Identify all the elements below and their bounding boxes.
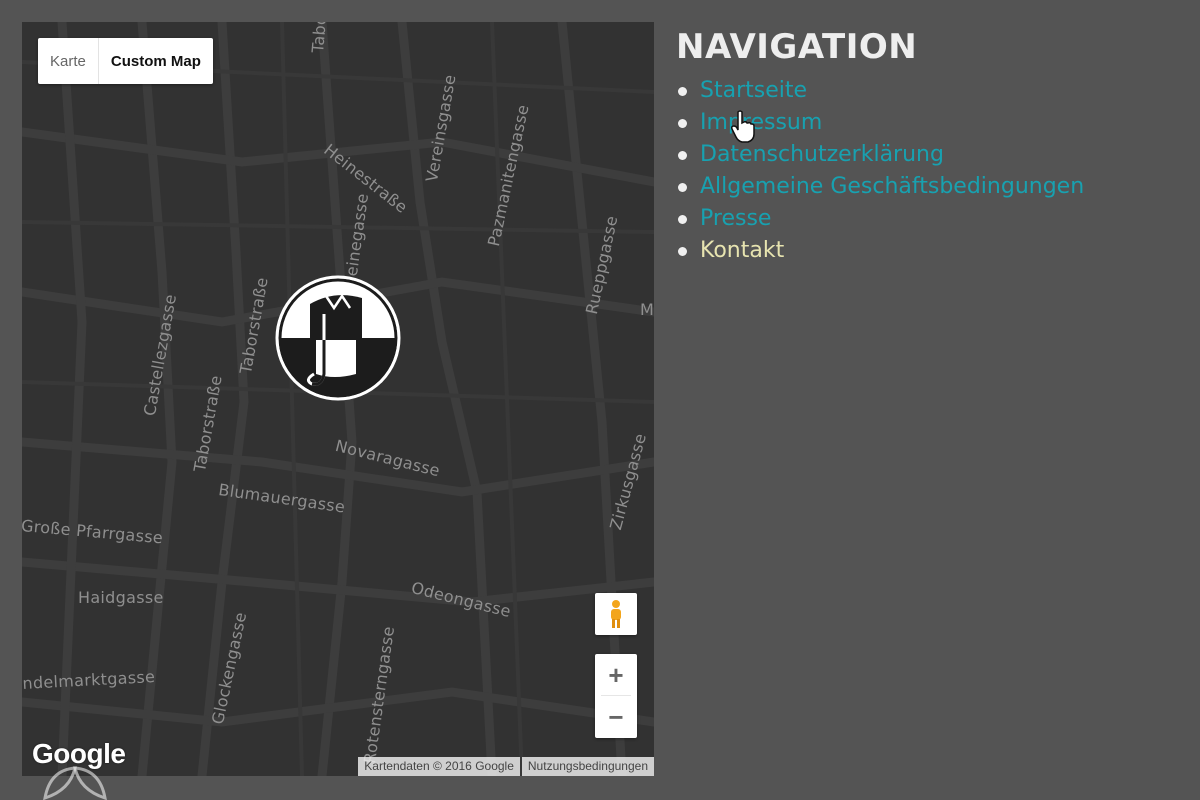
map-type-control: Karte Custom Map: [38, 38, 213, 84]
nav-link-startseite[interactable]: Startseite: [700, 78, 807, 103]
nav-link-agb[interactable]: Allgemeine Geschäftsbedingungen: [700, 174, 1084, 199]
location-marker-icon[interactable]: [274, 274, 402, 402]
nav-item-kontakt: Kontakt: [676, 236, 1084, 268]
street-view-pegman-button[interactable]: [595, 593, 637, 635]
hand-pointer-cursor-icon: [731, 110, 755, 143]
navigation-title: NAVIGATION: [676, 27, 918, 67]
terms-of-use-link[interactable]: Nutzungsbedingungen: [521, 757, 654, 776]
nav-item-presse: Presse: [676, 204, 1084, 236]
map-container[interactable]: Tabors Vereinsgasse Heinestraße Pazmanit…: [22, 22, 654, 776]
map-attribution: Kartendaten © 2016 Google Nutzungsbeding…: [356, 757, 654, 776]
pegman-icon: [611, 600, 621, 628]
nav-link-datenschutzerklaerung[interactable]: Datenschutzerklärung: [700, 142, 944, 167]
map-type-custom-map-button[interactable]: Custom Map: [99, 38, 213, 84]
nav-link-presse[interactable]: Presse: [700, 206, 771, 231]
leaf-watermark-icon: [43, 766, 107, 800]
navigation-list: Startseite Impressum Datenschutzerklärun…: [676, 76, 1084, 268]
nav-item-startseite: Startseite: [676, 76, 1084, 108]
nav-item-datenschutz: Datenschutzerklärung: [676, 140, 1084, 172]
zoom-divider: [601, 695, 631, 696]
map-type-karte-button[interactable]: Karte: [38, 38, 99, 84]
zoom-out-button[interactable]: −: [595, 696, 637, 738]
nav-item-agb: Allgemeine Geschäftsbedingungen: [676, 172, 1084, 204]
zoom-control: + −: [595, 654, 637, 738]
zoom-in-button[interactable]: +: [595, 654, 637, 696]
nav-link-impressum[interactable]: Impressum: [700, 110, 822, 135]
nav-link-kontakt[interactable]: Kontakt: [700, 238, 784, 263]
street-label-edge: M: [640, 300, 654, 319]
navigation-panel: NAVIGATION Startseite Impressum Datensch…: [676, 26, 1084, 268]
street-label-haidgasse: Haidgasse: [78, 588, 164, 607]
map-data-credit: Kartendaten © 2016 Google: [358, 757, 520, 776]
